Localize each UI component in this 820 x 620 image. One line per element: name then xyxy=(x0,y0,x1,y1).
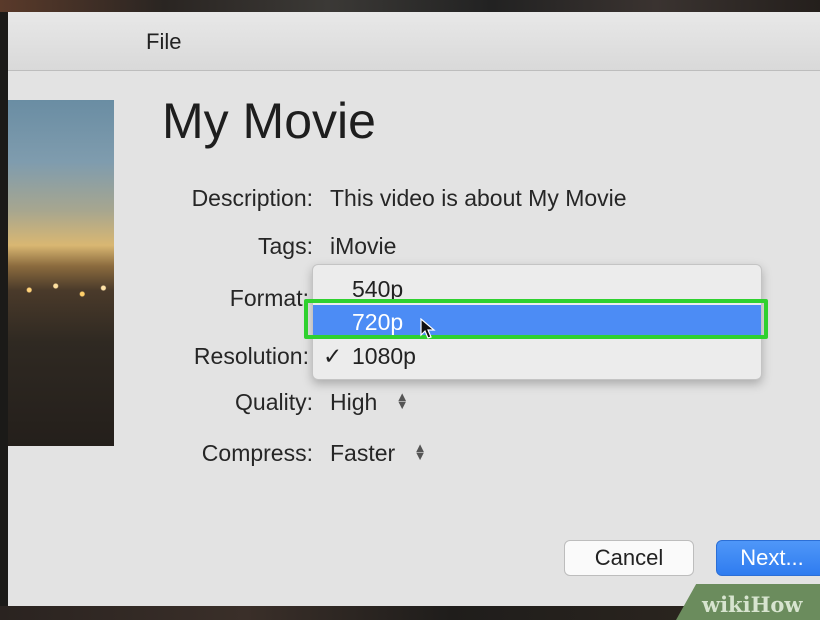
checkmark-icon: ✓ xyxy=(323,343,343,369)
format-label: Format: xyxy=(229,285,309,311)
quality-label: Quality: xyxy=(235,389,313,415)
compress-value: Faster xyxy=(330,440,396,466)
cancel-button[interactable]: Cancel xyxy=(564,540,694,576)
tags-label: Tags: xyxy=(258,233,313,259)
description-field[interactable]: This video is about My Movie xyxy=(330,185,627,212)
dialog-title-bar: File xyxy=(8,12,820,71)
compress-stepper-icon: ▲ ▼ xyxy=(413,439,427,463)
mouse-pointer-icon xyxy=(420,318,436,339)
resolution-label: Resolution: xyxy=(193,343,309,369)
compress-label: Compress: xyxy=(201,440,313,466)
quality-stepper-icon: ▲ ▼ xyxy=(395,388,409,412)
movie-title[interactable]: My Movie xyxy=(162,92,376,150)
share-file-dialog: File My Movie Description: This video is… xyxy=(8,12,820,606)
option-label: 1080p xyxy=(352,343,416,369)
description-label: Description: xyxy=(191,185,313,211)
highlight-box xyxy=(304,299,768,339)
tags-field[interactable]: iMovie xyxy=(330,233,396,260)
file-tab[interactable]: File xyxy=(146,29,181,55)
wikihow-logo: wikiHow xyxy=(702,592,803,617)
background-photo-top xyxy=(0,0,820,12)
quality-select[interactable]: High ▲ ▼ xyxy=(330,389,409,416)
quality-value: High xyxy=(330,389,378,415)
next-button[interactable]: Next... xyxy=(716,540,820,576)
menu-option-1080p[interactable]: ✓ 1080p xyxy=(313,339,761,373)
compress-select[interactable]: Faster ▲ ▼ xyxy=(330,440,426,467)
